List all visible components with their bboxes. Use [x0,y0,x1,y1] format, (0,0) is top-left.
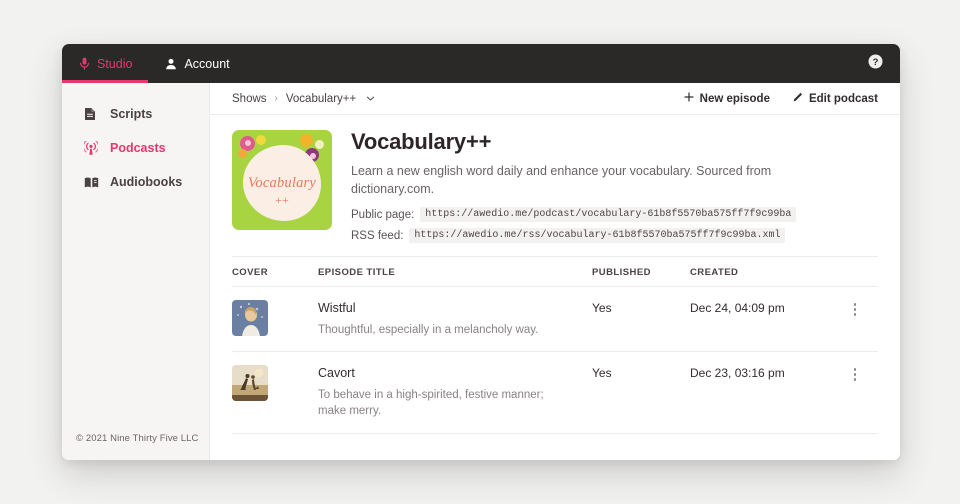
cell-actions [832,351,878,434]
show-description: Learn a new english word daily and enhan… [351,164,772,197]
cell-created: Dec 23, 03:16 pm [690,351,832,434]
episodes-table: COVER EPISODE TITLE PUBLISHED CREATED Wi… [232,256,878,434]
cell-published: Yes [592,286,690,353]
cell-published: Yes [592,351,690,434]
edit-podcast-label: Edit podcast [808,92,878,105]
cell-created: Dec 24, 04:09 pm [690,286,832,353]
document-icon [84,107,99,121]
rss-feed-label: RSS feed: [351,229,404,242]
show-metadata: Vocabulary++ Learn a new english word da… [351,129,878,244]
sidebar-copyright: © 2021 Nine Thirty Five LLC [76,433,199,444]
cover-decor-flower-2 [256,135,266,145]
edit-podcast-button[interactable]: Edit podcast [792,92,878,106]
sidebar-item-podcasts-label: Podcasts [110,141,166,155]
cell-cover [232,351,318,434]
sidebar-item-podcasts[interactable]: Podcasts [62,131,209,165]
episode-thumbnail-cavort[interactable] [232,365,268,402]
column-header-title: EPISODE TITLE [318,256,592,288]
breadcrumb-bar: Shows › Vocabulary++ New episode Edit po… [210,83,900,115]
top-navigation-bar: Studio Account ? [62,44,900,83]
episode-thumbnail-wistful[interactable] [232,300,268,337]
content-scroll-area: Vocabulary ++ Vocabulary++ Learn a new e… [210,115,900,460]
kebab-menu-icon[interactable] [832,300,878,316]
episodes-table-body: Wistful Thoughtful, especially in a mela… [232,286,878,434]
nav-tab-account[interactable]: Account [148,44,245,83]
public-page-label: Public page: [351,208,415,221]
column-header-actions [832,256,878,288]
new-episode-button[interactable]: New episode [684,92,770,105]
nav-tab-studio-label: Studio [97,56,133,71]
table-row[interactable]: Cavort To behave in a high-spirited, fes… [232,351,878,434]
public-page-url[interactable]: https://awedio.me/podcast/vocabulary-61b… [420,207,797,223]
help-button[interactable]: ? [851,44,900,83]
episodes-table-head: COVER EPISODE TITLE PUBLISHED CREATED [232,256,878,288]
episode-description: To behave in a high-spirited, festive ma… [318,388,544,418]
breadcrumb-actions: New episode Edit podcast [684,92,878,106]
person-icon [165,58,177,70]
book-icon [84,176,99,189]
cover-decor-flower-1-center [245,140,251,146]
cover-decor-flower-3 [238,149,247,158]
app-window: Studio Account ? Scripts Podcasts Audiob… [62,44,900,460]
sidebar-item-scripts-label: Scripts [110,107,153,121]
rss-feed-url[interactable]: https://awedio.me/rss/vocabulary-61b8f55… [409,228,786,244]
pencil-icon [792,92,803,106]
app-body: Scripts Podcasts Audiobooks © 2021 Nine … [62,83,900,460]
new-episode-label: New episode [699,92,770,105]
cover-decor-flower-5 [315,140,324,149]
published-value: Yes [592,301,612,316]
column-header-cover: COVER [232,256,318,288]
published-value: Yes [592,366,612,381]
created-value: Dec 23, 03:16 pm [690,366,785,381]
column-header-created: CREATED [690,256,832,288]
sidebar: Scripts Podcasts Audiobooks © 2021 Nine … [62,83,210,460]
nav-tab-studio[interactable]: Studio [62,44,149,83]
show-header: Vocabulary ++ Vocabulary++ Learn a new e… [232,115,878,256]
microphone-icon [79,57,90,70]
plus-icon [684,92,694,105]
cell-actions [832,286,878,353]
episode-title[interactable]: Cavort [318,365,592,381]
chevron-down-icon[interactable] [366,94,375,103]
cover-plus-text: ++ [275,193,289,207]
table-header-row: COVER EPISODE TITLE PUBLISHED CREATED [232,256,878,288]
breadcrumb-shows[interactable]: Shows [232,93,267,105]
cover-decor-flower-4 [300,134,313,147]
episode-description: Thoughtful, especially in a melancholy w… [318,323,539,336]
broadcast-icon [84,141,99,155]
svg-text:?: ? [873,56,879,67]
column-header-published: PUBLISHED [592,256,690,288]
table-row[interactable]: Wistful Thoughtful, especially in a mela… [232,286,878,353]
breadcrumb-current[interactable]: Vocabulary++ [286,93,356,105]
created-value: Dec 24, 04:09 pm [690,301,785,316]
rss-feed-row: RSS feed: https://awedio.me/rss/vocabula… [351,228,878,244]
breadcrumb-separator: › [274,93,278,104]
cell-title: Wistful Thoughtful, especially in a mela… [318,286,592,353]
cell-title: Cavort To behave in a high-spirited, fes… [318,351,592,434]
nav-tab-account-label: Account [184,56,230,71]
podcast-cover-art: Vocabulary ++ [232,130,332,230]
cell-cover [232,286,318,353]
sidebar-item-audiobooks[interactable]: Audiobooks [62,165,209,199]
main-content: Shows › Vocabulary++ New episode Edit po… [210,83,900,460]
sidebar-item-audiobooks-label: Audiobooks [110,175,183,189]
sidebar-item-scripts[interactable]: Scripts [62,97,209,131]
cover-title-text: Vocabulary [247,175,317,191]
public-page-row: Public page: https://awedio.me/podcast/v… [351,207,878,223]
kebab-menu-icon[interactable] [832,365,878,381]
page-title: Vocabulary++ [351,129,492,154]
help-circle-icon: ? [868,54,883,74]
episode-title[interactable]: Wistful [318,300,592,316]
